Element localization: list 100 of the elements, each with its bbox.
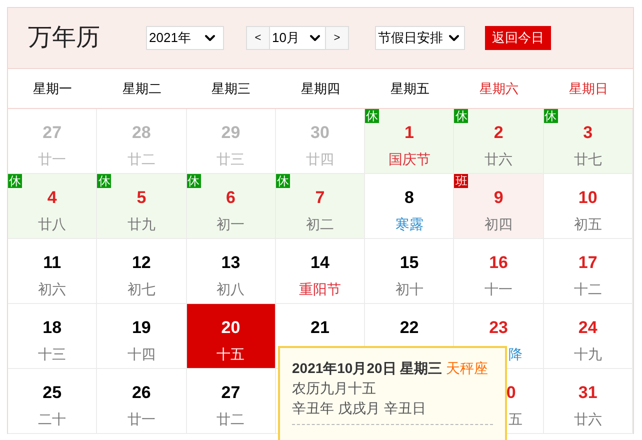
holiday-badge: 休: [454, 109, 468, 123]
lunar-date: 初二: [306, 215, 334, 233]
day-number: 30: [310, 122, 330, 144]
tooltip-line: 农历九月十五: [292, 379, 377, 398]
day-number: 25: [42, 382, 62, 404]
day-number: 23: [489, 317, 508, 339]
lunar-date: 二十: [38, 410, 66, 428]
day-number: 5: [136, 187, 146, 209]
prev-month-button[interactable]: <: [246, 26, 270, 50]
day-cell[interactable]: 17 十二: [544, 239, 633, 304]
day-cell[interactable]: 休 2 廿六: [454, 109, 544, 174]
lunar-date: 初八: [216, 280, 245, 298]
next-month-button[interactable]: >: [325, 26, 349, 50]
day-cell[interactable]: 24 十九: [544, 304, 633, 369]
weekday-label: 星期六: [480, 80, 519, 98]
day-cell[interactable]: 26 廿一: [97, 369, 187, 434]
day-number: 3: [583, 122, 593, 144]
holiday-badge: 休: [8, 174, 22, 188]
holiday-badge: 休: [97, 174, 112, 188]
day-cell[interactable]: 班 9 初四: [454, 174, 544, 239]
holiday-badge: 休: [186, 174, 201, 188]
page-title: 万年历: [28, 23, 101, 53]
lunar-date: 廿一: [38, 150, 66, 168]
day-number: 11: [43, 252, 62, 274]
day-cell[interactable]: 16 十一: [454, 239, 544, 304]
day-number: 13: [221, 252, 240, 274]
lunar-date: 降: [508, 345, 522, 363]
lunar-date: 廿七: [574, 150, 602, 168]
lunar-date: 十三: [38, 345, 66, 363]
year-select[interactable]: 2021年: [146, 26, 224, 50]
lunar-date: 廿二: [216, 410, 245, 428]
day-number: 17: [578, 252, 598, 274]
lunar-date: 重阳节: [298, 280, 341, 298]
holiday-badge: 休: [365, 109, 380, 123]
weekday-label: 星期日: [568, 80, 608, 98]
tooltip-line: 辛丑年 戊戌月 辛丑日: [292, 399, 427, 418]
day-cell[interactable]: 10 初五: [544, 174, 633, 239]
day-number: 22: [400, 317, 419, 339]
day-cell[interactable]: 8 寒露: [365, 174, 454, 239]
day-cell[interactable]: 25 二十: [8, 369, 98, 434]
lunar-date: 十九: [574, 345, 602, 363]
day-number: 6: [226, 187, 236, 209]
day-number: 14: [310, 252, 330, 274]
day-number: 0: [506, 382, 516, 404]
lunar-date: 廿二: [127, 150, 156, 168]
lunar-date: 廿四: [306, 150, 334, 168]
day-cell[interactable]: 12 初七: [97, 239, 187, 304]
day-number: 16: [489, 252, 508, 274]
day-cell[interactable]: 休 5 廿九: [97, 174, 187, 239]
today-button[interactable]: 返回今日: [485, 26, 551, 50]
day-cell[interactable]: 19 十四: [97, 304, 187, 369]
day-number: 7: [315, 187, 325, 209]
lunar-date: 廿一: [127, 410, 156, 428]
holiday-select[interactable]: 节假日安排: [375, 26, 465, 50]
day-cell[interactable]: 休 1 国庆节: [365, 109, 454, 174]
day-cell[interactable]: 11 初六: [8, 239, 98, 304]
day-cell[interactable]: 14 重阳节: [276, 239, 366, 304]
day-cell[interactable]: 20 十五: [186, 304, 276, 369]
day-cell[interactable]: 15 初十: [365, 239, 454, 304]
weekday-label: 星期四: [300, 80, 340, 98]
lunar-date: 初一: [216, 215, 245, 233]
lunar-date: 国庆节: [388, 150, 430, 168]
weekday-label: 星期一: [33, 80, 72, 98]
holiday-badge: 休: [544, 109, 558, 123]
day-number: 19: [132, 317, 151, 339]
month-select[interactable]: 10月: [270, 26, 325, 50]
day-number: 29: [221, 122, 240, 144]
day-cell[interactable]: 休 7 初二: [276, 174, 366, 239]
weekday-label: 星期二: [122, 80, 162, 98]
day-number: 28: [132, 122, 151, 144]
day-number: 24: [578, 317, 598, 339]
lunar-date: 廿六: [484, 150, 513, 168]
day-cell[interactable]: 休 6 初一: [186, 174, 276, 239]
lunar-date: 廿九: [127, 215, 156, 233]
lunar-date: 廿八: [38, 215, 66, 233]
day-number: 9: [494, 187, 504, 209]
day-cell[interactable]: 27 廿二: [186, 369, 276, 434]
day-cell[interactable]: 31 廿六: [544, 369, 633, 434]
weekday-label: 星期五: [390, 80, 430, 98]
day-cell[interactable]: 休 3 廿七: [544, 109, 633, 174]
day-cell[interactable]: 18 十三: [8, 304, 98, 369]
lunar-date: 廿三: [216, 150, 245, 168]
lunar-date: 初六: [38, 280, 66, 298]
holiday-badge: 休: [276, 174, 290, 188]
lunar-date: 十二: [574, 280, 602, 298]
day-number: 10: [578, 187, 598, 209]
lunar-date: 初五: [574, 215, 602, 233]
day-number: 26: [132, 382, 151, 404]
weekday-label: 星期三: [212, 80, 251, 98]
lunar-date: 初七: [127, 280, 156, 298]
lunar-date: 寒露: [395, 215, 424, 233]
lunar-date: 初四: [484, 215, 513, 233]
day-number: 20: [221, 317, 240, 339]
lunar-date: 五: [508, 410, 522, 428]
lunar-date: 初十: [395, 280, 424, 298]
day-cell[interactable]: 休 4 廿八: [8, 174, 98, 239]
day-number: 21: [310, 317, 330, 339]
day-number: 31: [578, 382, 598, 404]
day-cell[interactable]: 13 初八: [186, 239, 276, 304]
lunar-date: 十一: [484, 280, 513, 298]
